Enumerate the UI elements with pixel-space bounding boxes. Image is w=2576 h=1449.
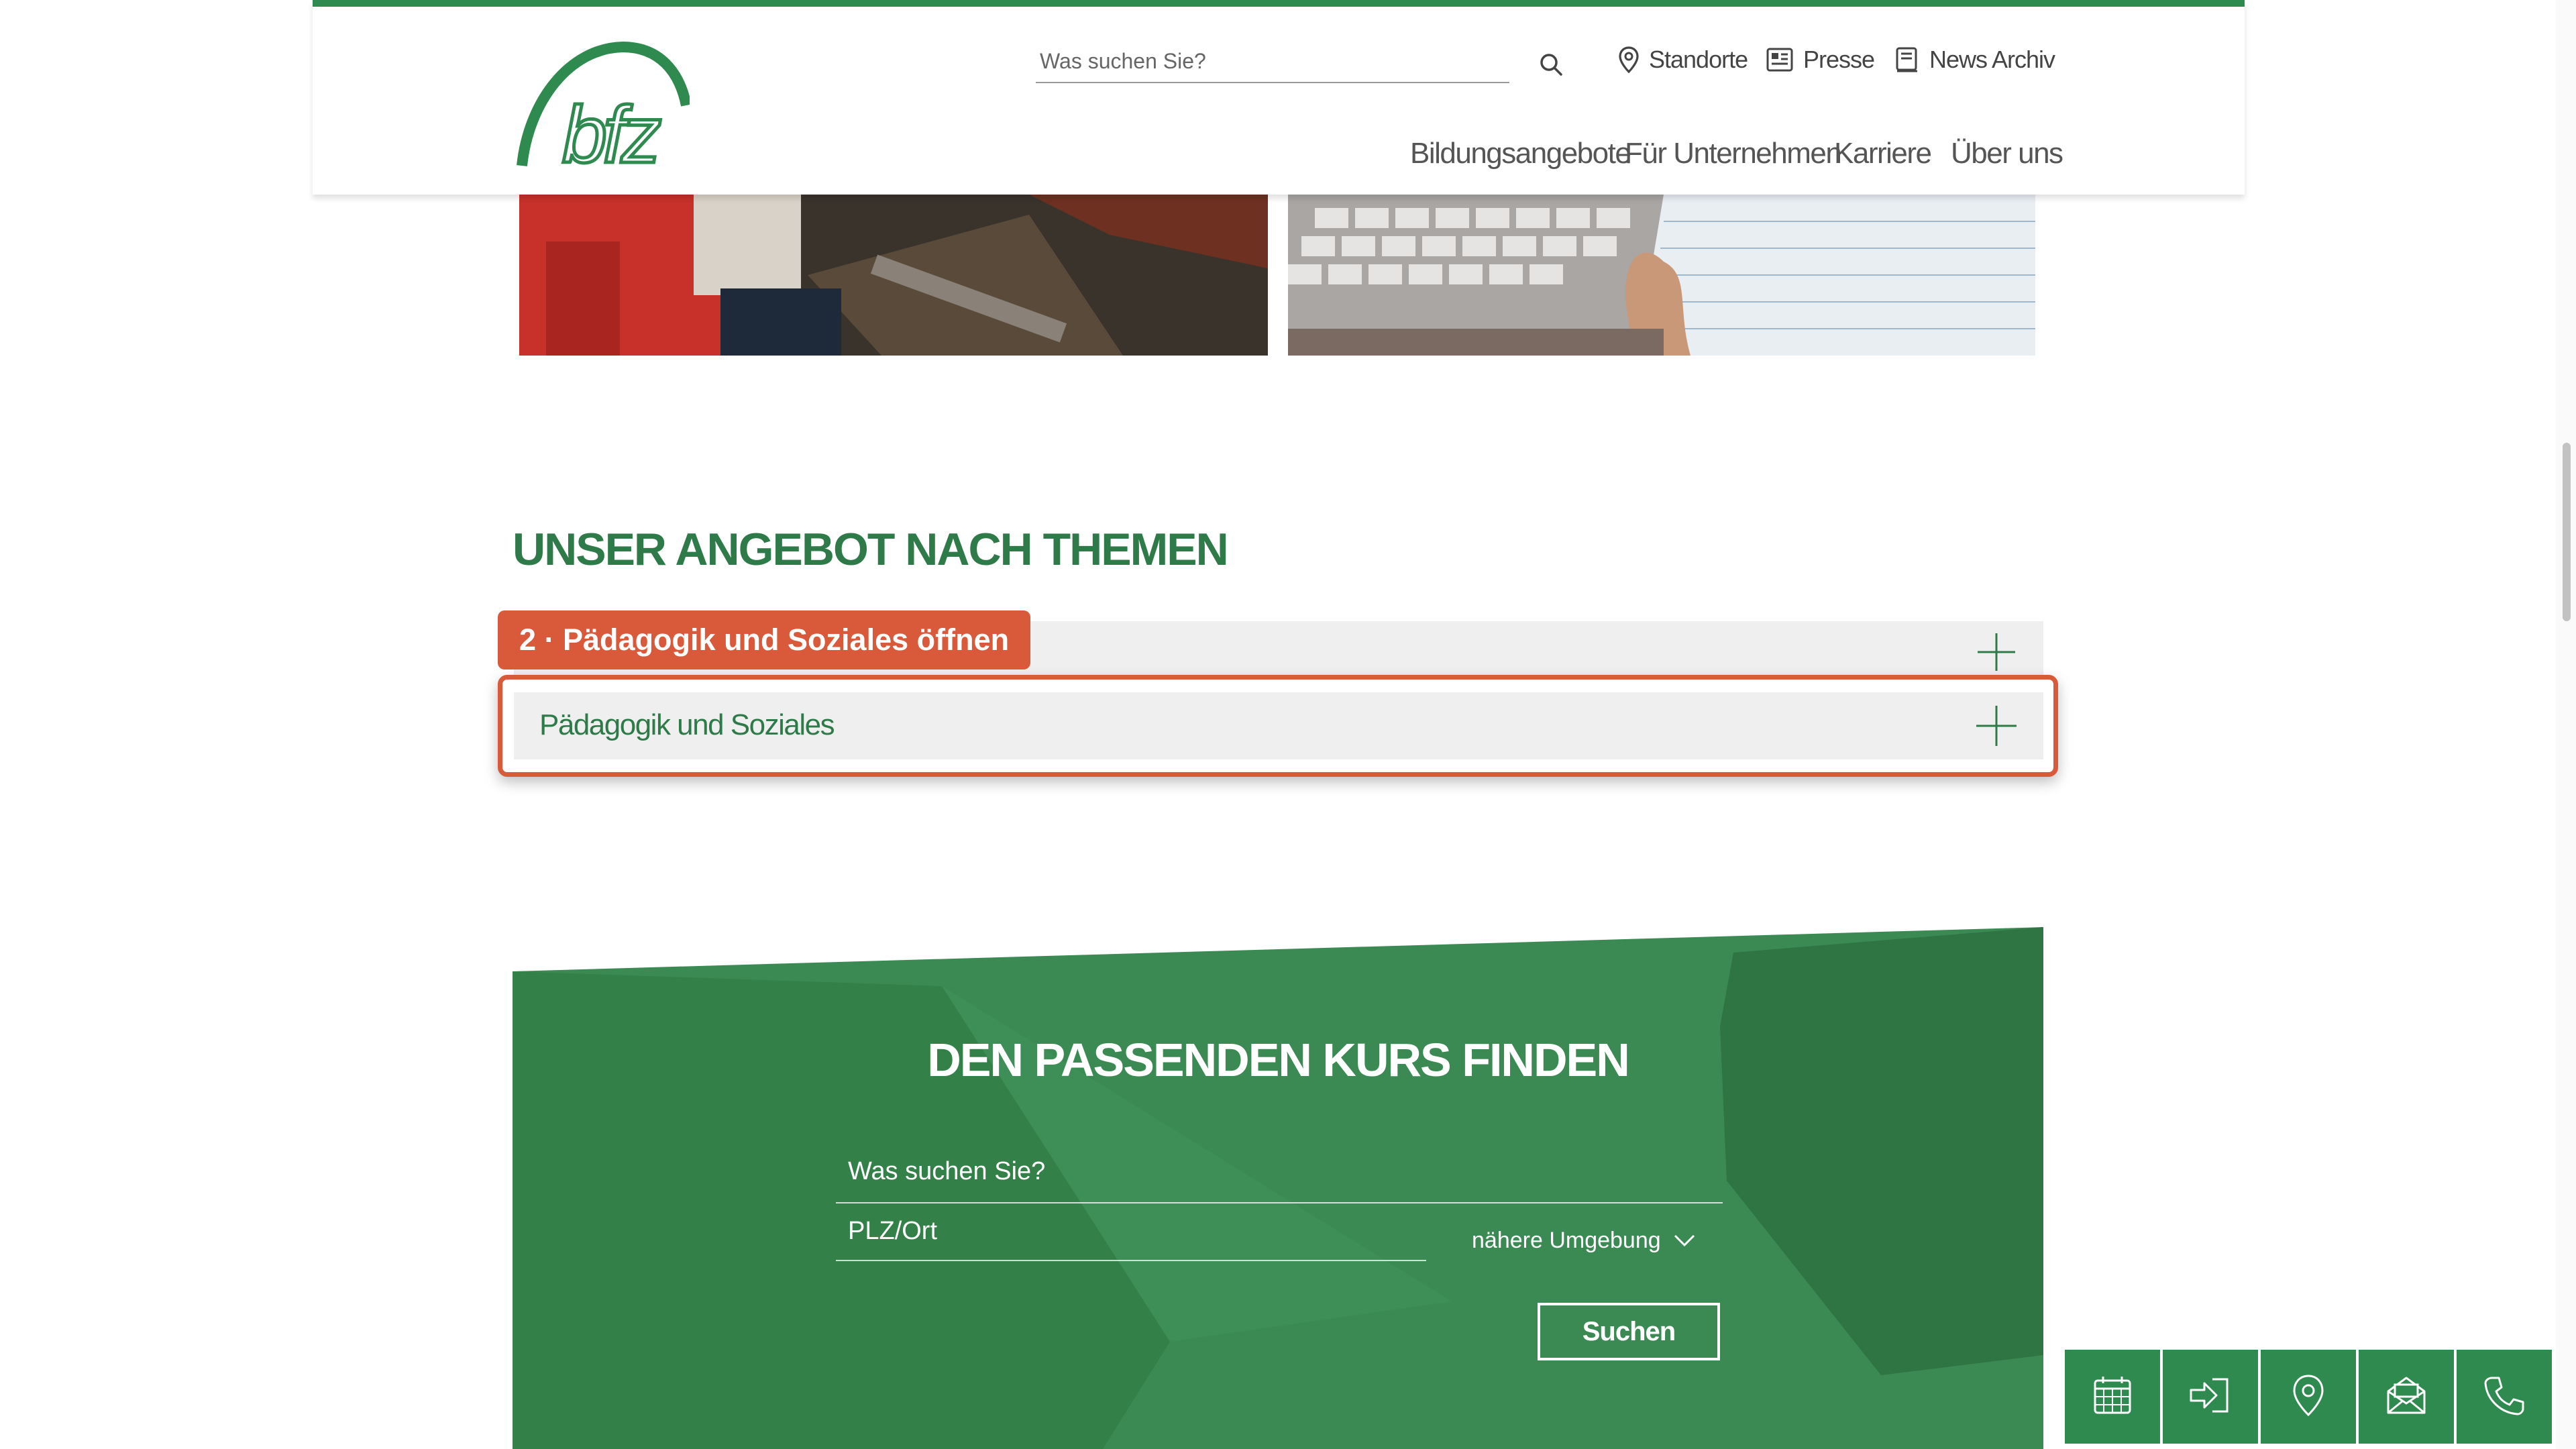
bfz-logo[interactable]: bfz xyxy=(515,41,692,182)
phone-icon xyxy=(2483,1374,2526,1420)
calendar-icon xyxy=(2091,1374,2134,1420)
search-icon[interactable] xyxy=(1538,51,1571,85)
util-link-label: Presse xyxy=(1803,46,1875,73)
nav-bildungsangebote[interactable]: Bildungsangebote xyxy=(1410,137,1631,170)
calendar-button[interactable] xyxy=(2065,1350,2160,1444)
util-link-presse[interactable]: Presse xyxy=(1766,46,1875,74)
site-header: bfz Standorte Presse xyxy=(313,0,2245,195)
header-search-input[interactable] xyxy=(1036,42,1517,80)
document-icon xyxy=(1894,46,1920,73)
location-pin-icon xyxy=(1618,46,1640,74)
mail-icon xyxy=(2384,1374,2428,1420)
finder-location-input[interactable] xyxy=(836,1202,1426,1260)
util-link-label: Standorte xyxy=(1649,46,1748,73)
chevron-down-icon xyxy=(1673,1228,1696,1254)
locations-button[interactable] xyxy=(2261,1350,2356,1444)
finder-title: DEN PASSENDEN KURS FINDEN xyxy=(927,1034,1630,1086)
scrollbar-thumb[interactable] xyxy=(2563,443,2571,621)
finder-query-input[interactable] xyxy=(836,1140,1723,1202)
teaser-image-workshop[interactable] xyxy=(519,195,1268,356)
section-title: UNSER ANGEBOT NACH THEMEN xyxy=(513,524,1229,575)
finder-query-field[interactable] xyxy=(836,1140,1723,1203)
finder-location-field[interactable] xyxy=(836,1202,1426,1261)
util-link-standorte[interactable]: Standorte xyxy=(1618,46,1748,74)
newspaper-icon xyxy=(1766,47,1794,72)
plus-icon[interactable] xyxy=(1975,631,2018,677)
radius-select-value: nähere Umgebung xyxy=(1472,1227,1661,1253)
newsletter-button[interactable] xyxy=(2359,1350,2454,1444)
util-link-news-archiv[interactable]: News Archiv xyxy=(1894,46,2055,74)
quick-action-bar xyxy=(2065,1350,2552,1444)
call-button[interactable] xyxy=(2457,1350,2552,1444)
login-icon xyxy=(2187,1374,2234,1420)
page: bfz Standorte Presse xyxy=(0,0,2576,1449)
nav-karriere[interactable]: Karriere xyxy=(1834,137,1932,170)
util-link-label: News Archiv xyxy=(1929,46,2055,73)
nav-fuer-unternehmen[interactable]: Für Unternehmen xyxy=(1625,137,1842,170)
teaser-image-laptop[interactable] xyxy=(1288,195,2035,356)
login-button[interactable] xyxy=(2163,1350,2258,1444)
plus-icon[interactable] xyxy=(1975,704,2018,751)
page-scrollbar[interactable] xyxy=(2556,0,2576,1449)
logo-wordmark: bfz xyxy=(562,90,661,176)
radius-select[interactable]: nähere Umgebung xyxy=(1472,1217,1707,1264)
location-pin-icon xyxy=(2291,1373,2326,1421)
header-accent-bar xyxy=(313,0,2245,7)
nav-ueber-uns[interactable]: Über uns xyxy=(1951,137,2063,170)
accordion-item-label: Pädagogik und Soziales xyxy=(539,708,835,741)
accordion-item-paedagogik-und-soziales[interactable]: Pädagogik und Soziales xyxy=(514,692,2043,759)
header-search-field[interactable] xyxy=(1036,42,1517,83)
finder-search-button[interactable]: Suchen xyxy=(1538,1303,1720,1360)
step-annotation-label: 2 · Pädagogik und Soziales öffnen xyxy=(498,610,1031,669)
course-finder: DEN PASSENDEN KURS FINDEN nähere Umgebun… xyxy=(513,926,2043,1449)
